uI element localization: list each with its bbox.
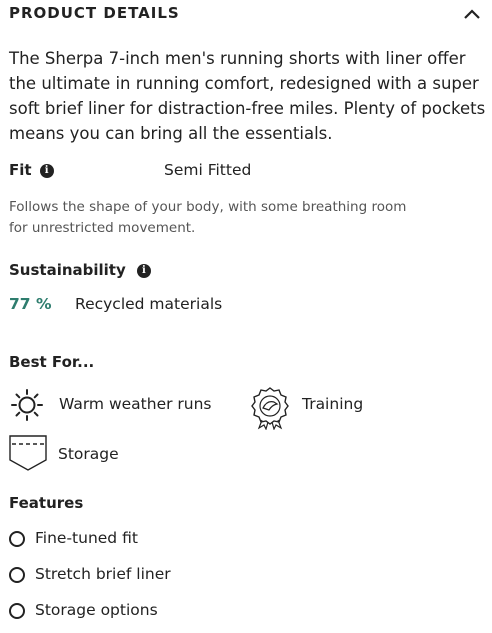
recycled-material-label: Recycled materials xyxy=(75,295,223,313)
sun-icon xyxy=(9,387,45,423)
features-label: Features xyxy=(9,494,84,512)
best-for-label: Best For... xyxy=(9,353,95,371)
feature-item xyxy=(9,531,25,551)
best-for-item-label: Storage xyxy=(58,445,119,463)
circle-icon xyxy=(9,531,25,547)
best-for-item-label: Warm weather runs xyxy=(59,395,212,413)
info-icon[interactable]: i xyxy=(136,263,151,278)
feature-item xyxy=(9,567,25,587)
circle-icon xyxy=(9,603,25,619)
section-title[interactable]: PRODUCT DETAILS xyxy=(9,4,180,22)
feature-label: Stretch brief liner xyxy=(35,565,171,583)
fit-label: Fit xyxy=(9,161,32,179)
info-icon[interactable]: i xyxy=(39,163,54,178)
fit-note: Follows the shape of your body, with som… xyxy=(9,199,407,236)
pocket-icon xyxy=(9,435,47,471)
feature-label: Storage options xyxy=(35,601,158,619)
fit-row: Fit i xyxy=(9,160,54,179)
recycled-percent: 77 % xyxy=(9,295,52,313)
best-for-item-label: Training xyxy=(302,395,364,413)
sustainability-row: Sustainability i xyxy=(9,260,151,279)
product-description: The Sherpa 7-inch men's running shorts w… xyxy=(9,49,486,143)
chevron-up-icon[interactable] xyxy=(463,6,481,20)
feature-item xyxy=(9,603,25,623)
training-badge-icon xyxy=(250,386,290,431)
feature-label: Fine-tuned fit xyxy=(35,529,138,547)
circle-icon xyxy=(9,567,25,583)
fit-value: Semi Fitted xyxy=(164,161,252,179)
sustainability-label: Sustainability xyxy=(9,261,126,279)
